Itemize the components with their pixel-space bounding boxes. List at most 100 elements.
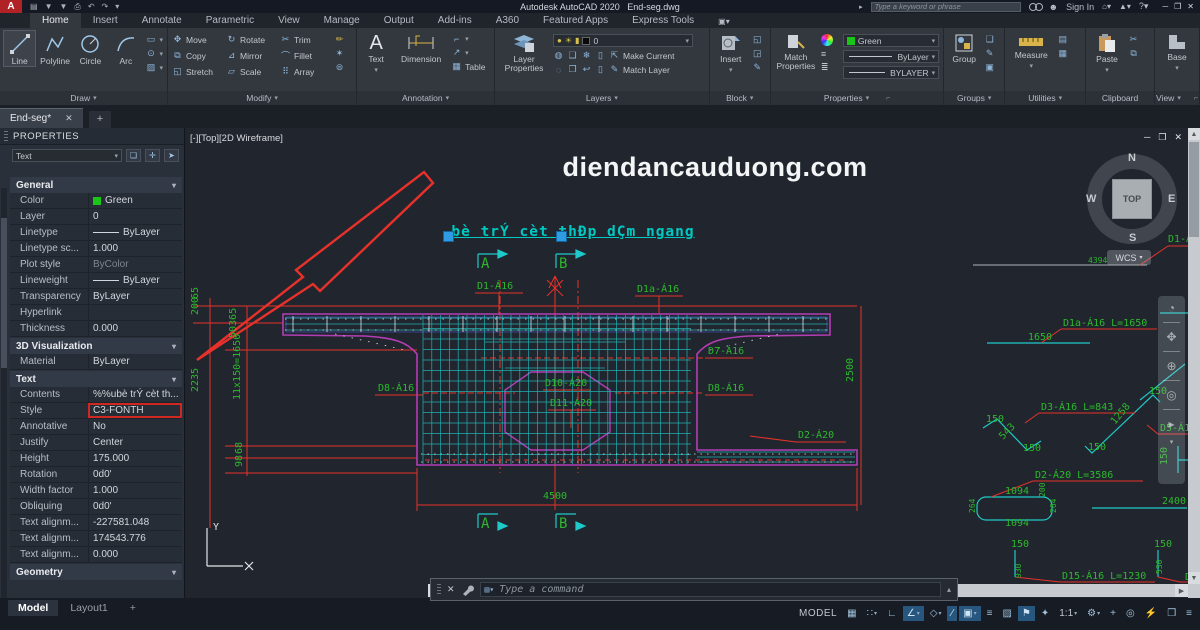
help-icon[interactable]: ?▾ (1139, 1, 1149, 12)
text-grip[interactable] (443, 231, 454, 242)
layout1-tab[interactable]: Layout1 (60, 600, 117, 616)
match-layer-label[interactable]: Match Layer (623, 65, 670, 75)
compass-north[interactable]: N (1128, 152, 1136, 164)
property-row-transparency[interactable]: Transparency ByLayer (10, 289, 182, 305)
ribbon-display-toggle-icon[interactable]: ▣▾ (706, 15, 742, 28)
notification-bell-icon[interactable]: ▲▾ (1119, 2, 1131, 11)
zoom-extents-icon[interactable]: ⊕ (1166, 359, 1176, 373)
vertical-scrollbar[interactable]: ▲ ▼ (1188, 128, 1200, 598)
viewport-close-icon[interactable]: ✕ (1174, 132, 1182, 143)
ellipse-tool[interactable]: ⊙ ▾ (146, 48, 163, 59)
open-icon[interactable]: ▼ (45, 2, 53, 12)
wcs-selector[interactable]: WCS ▾ (1107, 250, 1151, 265)
property-row-material[interactable]: Material ByLayer (10, 354, 182, 370)
draw-panel-title[interactable]: Draw ▾ (0, 91, 167, 105)
move-button[interactable]: ✥ Move (172, 34, 224, 45)
compass-east[interactable]: E (1168, 193, 1175, 205)
property-row-linetype[interactable]: Linetype ByLayer (10, 225, 182, 241)
property-row-plot-style[interactable]: Plot style ByColor (10, 257, 182, 273)
lineweight-select[interactable]: ByLayer ▾ (842, 50, 940, 63)
explode-tool[interactable]: ✶ (334, 48, 345, 59)
save-icon[interactable]: ▼ (59, 2, 67, 12)
groups-panel-title[interactable]: Groups ▾ (944, 91, 1005, 105)
signin-person-icon[interactable]: ☻ (1049, 2, 1058, 12)
trim-button[interactable]: ✂ Trim (280, 34, 332, 45)
command-input[interactable]: ▤▾ Type a command (479, 582, 941, 597)
property-row-annotative[interactable]: Annotative No (10, 419, 182, 435)
table-tool[interactable]: ▦ Table (451, 61, 485, 72)
property-row-text-alignm-[interactable]: Text alignm... 0.000 (10, 547, 182, 563)
arc-button[interactable]: Arc (110, 31, 141, 66)
insert-block-button[interactable]: Insert ▾ (714, 31, 748, 74)
fillet-button[interactable]: ⌒ Fillet (280, 49, 332, 62)
object-type-select[interactable]: Text ▾ (12, 149, 122, 162)
search-binoculars-icon[interactable] (1028, 3, 1043, 11)
layer-unlock-icon[interactable]: ▯ (595, 64, 606, 75)
property-row-linetype-sc-[interactable]: Linetype sc... 1.000 (10, 241, 182, 257)
close-button[interactable]: ✕ (1187, 2, 1194, 11)
file-tab-endseg[interactable]: End-seg* ✕ (0, 108, 83, 128)
scale-button[interactable]: ▱ Scale (226, 66, 278, 77)
viewport-controls-label[interactable]: [-][Top][2D Wireframe] (190, 133, 283, 144)
property-row-layer[interactable]: Layer 0 (10, 209, 182, 225)
share-icon[interactable]: ▸ (859, 3, 863, 11)
viewport-minimize-icon[interactable]: ─ (1144, 132, 1150, 143)
navigation-bar[interactable]: ◔ ✥ ⊕ ◎ ▸ ▾ (1158, 296, 1185, 484)
section-general[interactable]: General ▾ (10, 177, 182, 193)
property-row-height[interactable]: Height 175.000 (10, 451, 182, 467)
layer-walk-icon[interactable]: ◌ (553, 65, 564, 75)
grid-icon[interactable]: ▦ (843, 606, 860, 621)
property-row-hyperlink[interactable]: Hyperlink (10, 305, 182, 321)
pan-icon[interactable]: ✥ (1166, 330, 1176, 344)
stretch-button[interactable]: ◱ Stretch (172, 66, 224, 77)
full-navigation-wheel-icon[interactable]: ◔ (1168, 301, 1175, 315)
property-row-contents[interactable]: Contents %%ubè trÝ cèt th... (10, 387, 182, 403)
measure-button[interactable]: Measure ▾ (1009, 31, 1053, 70)
hatch-tool[interactable]: ▨ ▾ (146, 62, 163, 73)
command-expand-icon[interactable]: ▴ (947, 585, 951, 594)
modify-panel-title[interactable]: Modify ▾ (168, 91, 357, 105)
object-color-select[interactable]: Green ▾ (842, 34, 940, 47)
erase-tool[interactable]: ✏ (334, 34, 345, 45)
file-tab-close-icon[interactable]: ✕ (65, 113, 73, 124)
object-snap-icon[interactable]: ▣ ▾ (959, 606, 981, 621)
edit-block-tool[interactable]: ◲ (752, 48, 763, 59)
menu-icon[interactable]: ≡ (1182, 606, 1196, 621)
viewcube-top-face[interactable]: TOP (1112, 179, 1152, 219)
section-text[interactable]: Text ▾ (10, 371, 182, 387)
transparency-icon[interactable]: ▨ (998, 606, 1015, 621)
ribbon-tab-featured-apps[interactable]: Featured Apps (531, 13, 620, 28)
property-row-style[interactable]: Style C3-FONTH (10, 403, 182, 419)
ribbon-tab-parametric[interactable]: Parametric (194, 13, 266, 28)
group-select-tool[interactable]: ▣ (984, 62, 995, 73)
properties-panel-title[interactable]: Properties ▾ ⌐ (770, 91, 944, 105)
base-button[interactable]: Base ▾ (1159, 31, 1195, 72)
new-icon[interactable]: ▤ (30, 2, 38, 12)
snap-icon[interactable]: ∷ ▾ (863, 606, 881, 621)
rectangle-tool[interactable]: ▭ ▾ (146, 34, 163, 45)
customize-wrench-icon[interactable] (461, 583, 474, 596)
new-file-tab-button[interactable]: + (88, 111, 112, 128)
command-grip-icon[interactable] (437, 584, 441, 595)
workspace-gear-icon[interactable]: ⚙ ▾ (1083, 606, 1104, 621)
quick-calc-tool[interactable]: ▦ (1057, 48, 1068, 59)
select-objects-icon[interactable]: ✛ (145, 149, 160, 162)
create-block-tool[interactable]: ◱ (752, 34, 763, 45)
ribbon-tab-insert[interactable]: Insert (81, 13, 130, 28)
property-row-width-factor[interactable]: Width factor 1.000 (10, 483, 182, 499)
layer-properties-button[interactable]: Layer Properties (499, 31, 549, 74)
model-space-label[interactable]: MODEL (799, 608, 837, 619)
orbit-icon[interactable]: ◎ (1166, 388, 1176, 402)
palette-grip-icon[interactable] (4, 130, 8, 142)
utilities-panel-title[interactable]: Utilities ▾ (1005, 91, 1086, 105)
minimize-button[interactable]: ─ (1162, 2, 1168, 11)
linetype-select[interactable]: BYLAYER ▾ (842, 66, 940, 79)
dimension-button[interactable]: Dimension (395, 31, 447, 64)
ribbon-tab-annotate[interactable]: Annotate (130, 13, 194, 28)
section-3d-visualization[interactable]: 3D Visualization ▾ (10, 338, 182, 354)
navbar-more-icon[interactable]: ▾ (1170, 438, 1174, 446)
ribbon-tab-add-ins[interactable]: Add-ins (426, 13, 484, 28)
view-panel-title[interactable]: View ▾ ⌐ (1155, 91, 1199, 105)
drawing-canvas[interactable]: Y D1-Á16 D1a-Á16 D7-Á16 D8-Á16 D8-Á16 D10-Á20… (185, 128, 1200, 598)
graphics-performance-icon[interactable]: ⚡ (1141, 606, 1161, 621)
